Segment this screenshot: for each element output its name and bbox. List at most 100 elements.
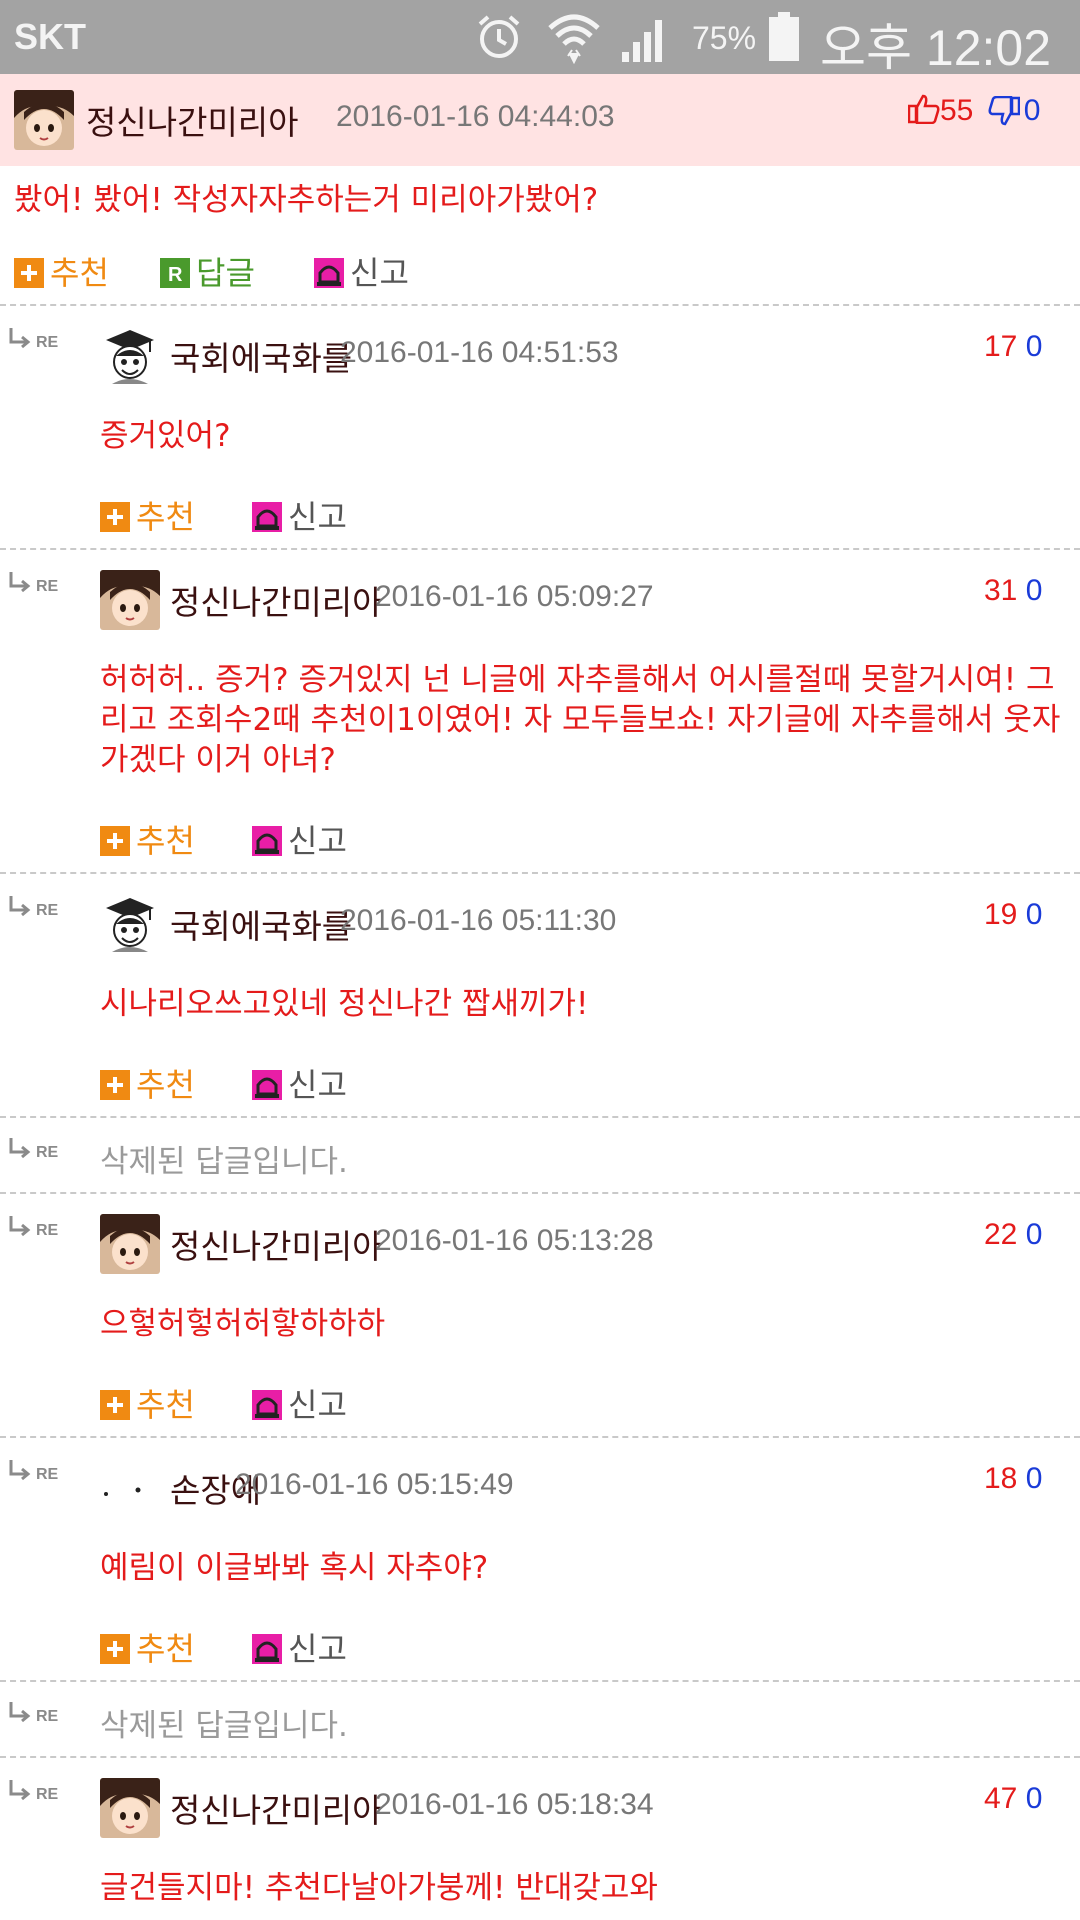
anime-avatar-icon — [100, 570, 160, 630]
avatar[interactable] — [100, 326, 160, 386]
plus-icon — [100, 502, 130, 532]
reply-author[interactable]: 정신나간미리아 — [170, 576, 383, 624]
plus-icon — [100, 1390, 130, 1420]
siren-icon — [252, 826, 282, 856]
down-vote-count[interactable]: 0 — [1026, 1218, 1043, 1251]
reply-date: 2016-01-16 05:15:49 — [235, 1468, 514, 1501]
avatar[interactable] — [100, 1778, 160, 1838]
recommend-button[interactable]: 추천 — [100, 1624, 195, 1670]
report-button[interactable]: 신고 — [252, 1060, 347, 1106]
svg-text:RE: RE — [36, 902, 59, 919]
siren-icon — [314, 258, 344, 288]
down-vote-count[interactable]: 0 — [1026, 574, 1043, 607]
reply-date: 2016-01-16 05:13:28 — [375, 1224, 654, 1257]
re-arrow-icon: RE — [9, 1780, 59, 1803]
recommend-label: 추천 — [136, 1386, 195, 1424]
up-vote-count[interactable]: 31 — [984, 574, 1017, 607]
re-arrow-icon: RE — [9, 896, 59, 919]
re-marker: RE — [8, 1778, 68, 1804]
thumbs-up-icon[interactable] — [907, 94, 940, 125]
reply-button[interactable]: R 답글 — [160, 248, 255, 294]
up-vote-count[interactable]: 22 — [984, 1218, 1017, 1251]
reply-author[interactable]: 정신나간미리아 — [170, 1220, 383, 1268]
down-vote-count[interactable]: 0 — [1026, 898, 1043, 931]
reply-votes: 31 0 — [984, 574, 1042, 608]
down-vote-count[interactable]: 0 — [1026, 330, 1043, 363]
up-vote-count[interactable]: 18 — [984, 1462, 1017, 1495]
recommend-button[interactable]: 추천 — [100, 492, 195, 538]
svg-text:RE: RE — [36, 1466, 59, 1483]
reply-body: 허허허.. 증거? 증거있지 넌 니글에 자추를해서 어시를절때 못할거시여! … — [100, 662, 1061, 778]
reply-body: 증거있어? — [100, 418, 231, 454]
reply-author[interactable]: 국회에국화를 — [170, 332, 352, 380]
avatar[interactable] — [14, 90, 74, 150]
svg-text:R: R — [168, 264, 183, 286]
avatar[interactable] — [100, 1458, 160, 1518]
recommend-label: 추천 — [136, 822, 195, 860]
svg-text:RE: RE — [36, 1708, 59, 1725]
anime-avatar-icon — [100, 1214, 160, 1274]
svg-text:RE: RE — [36, 1222, 59, 1239]
reply-votes: 22 0 — [984, 1218, 1042, 1252]
report-button[interactable]: 신고 — [252, 492, 347, 538]
recommend-button[interactable]: 추천 — [100, 1060, 195, 1106]
up-vote-count[interactable]: 17 — [984, 330, 1017, 363]
recommend-button[interactable]: 추천 — [14, 248, 109, 294]
report-button[interactable]: 신고 — [252, 1380, 347, 1426]
battery-icon — [769, 12, 799, 61]
svg-text:RE: RE — [36, 334, 59, 351]
post-author[interactable]: 정신나간미리아 — [86, 96, 299, 144]
reply-r-icon: R — [160, 258, 190, 288]
recommend-button[interactable]: 추천 — [100, 1380, 195, 1426]
report-button[interactable]: 신고 — [252, 1624, 347, 1670]
up-vote-count[interactable]: 47 — [984, 1782, 1017, 1815]
reply-body: 시나리오쓰고있네 정신나간 짭새끼가! — [100, 986, 589, 1022]
avatar[interactable] — [100, 570, 160, 630]
plus-icon — [100, 826, 130, 856]
down-vote-count[interactable]: 0 — [1026, 1782, 1043, 1815]
status-bar: SKT 75% 오후 12:02 — [0, 0, 1080, 76]
siren-icon — [252, 1070, 282, 1100]
reply-votes: 18 0 — [984, 1462, 1042, 1496]
divider — [0, 304, 1080, 306]
signal-icon — [622, 20, 662, 62]
thumbs-down-icon[interactable] — [988, 95, 1020, 126]
report-label: 신고 — [288, 822, 347, 860]
svg-text:RE: RE — [36, 1144, 59, 1161]
report-label: 신고 — [288, 498, 347, 536]
re-arrow-icon: RE — [9, 1702, 59, 1725]
re-arrow-icon: RE — [9, 328, 59, 351]
up-vote-count[interactable]: 19 — [984, 898, 1017, 931]
recommend-label: 추천 — [136, 498, 195, 536]
divider — [0, 1192, 1080, 1194]
re-marker: RE — [8, 1458, 68, 1484]
re-arrow-icon: RE — [9, 1138, 59, 1161]
post-body: 봤어! 봤어! 작성자자추하는거 미리아가봤어? — [14, 182, 599, 218]
report-button[interactable]: 신고 — [252, 816, 347, 862]
divider — [0, 1436, 1080, 1438]
divider — [0, 1116, 1080, 1118]
post-votes: 55 0 — [907, 94, 1040, 128]
svg-text:RE: RE — [36, 578, 59, 595]
dots-avatar-icon — [100, 1458, 160, 1518]
plus-icon — [100, 1634, 130, 1664]
recommend-label: 추천 — [50, 254, 109, 292]
report-button[interactable]: 신고 — [314, 248, 409, 294]
avatar[interactable] — [100, 1214, 160, 1274]
divider — [0, 1680, 1080, 1682]
reply-label: 답글 — [196, 254, 255, 292]
graduate-avatar-icon — [100, 326, 160, 386]
reply-votes: 17 0 — [984, 330, 1042, 364]
re-marker: RE — [8, 1136, 68, 1162]
down-vote-count[interactable]: 0 — [1026, 1462, 1043, 1495]
re-arrow-icon: RE — [9, 1216, 59, 1239]
reply-votes: 47 0 — [984, 1782, 1042, 1816]
recommend-button[interactable]: 추천 — [100, 816, 195, 862]
reply-author[interactable]: 국회에국화를 — [170, 900, 352, 948]
avatar[interactable] — [100, 894, 160, 954]
reply-author[interactable]: 정신나간미리아 — [170, 1784, 383, 1832]
graduate-avatar-icon — [100, 894, 160, 954]
re-marker: RE — [8, 326, 68, 352]
clock: 오후 12:02 — [820, 20, 1052, 76]
re-marker: RE — [8, 894, 68, 920]
